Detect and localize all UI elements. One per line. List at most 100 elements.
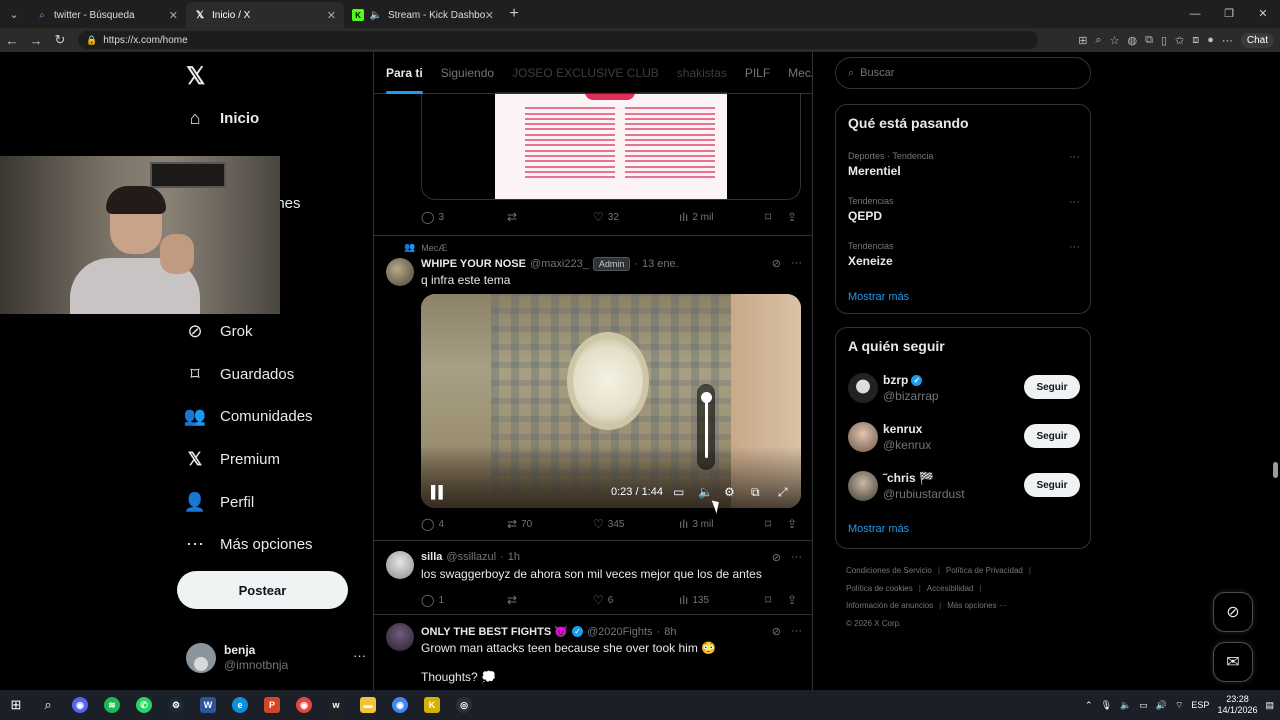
follow-suggestion[interactable]: bzrp ✓ @bizarrap Seguir <box>848 371 1080 405</box>
more-icon[interactable]: ··· <box>1069 241 1080 253</box>
nav-item-bookmarks[interactable]: ⌑ Guardados <box>184 359 294 389</box>
more-icon[interactable]: ··· <box>791 551 802 564</box>
minimize-icon[interactable]: — <box>1178 0 1212 28</box>
kick-app-icon[interactable]: K <box>416 690 448 720</box>
close-window-icon[interactable]: ✕ <box>1246 0 1280 28</box>
forward-icon[interactable]: → <box>24 33 48 48</box>
repost-button[interactable]: ⇄ <box>507 593 593 607</box>
author-handle[interactable]: @maxi223_ <box>530 258 589 270</box>
like-button[interactable]: ♡ 32 <box>593 210 679 224</box>
share-button[interactable]: ⇪ <box>787 593 797 607</box>
follow-suggestion[interactable]: ˜chris 🏁 @rubiustardust Seguir <box>848 469 1080 503</box>
browser-tab-x-home[interactable]: 𝕏 Inicio / X ✕ <box>186 2 344 28</box>
bookmark-button[interactable]: ⌑ <box>765 517 787 531</box>
more-icon[interactable]: ··· <box>791 625 802 638</box>
url-field[interactable]: 🔒 https://x.com/home <box>78 31 1038 49</box>
footer-link[interactable]: Más opciones ··· <box>947 601 1007 610</box>
show-more-link[interactable]: Mostrar más <box>848 291 909 303</box>
post-button[interactable]: Postear <box>177 571 348 609</box>
volume-icon[interactable]: 🔊 <box>1156 700 1167 711</box>
tab-actions-menu[interactable]: ⌄ <box>0 0 28 28</box>
pause-icon[interactable]: ▌▌ <box>431 485 447 499</box>
post-image[interactable] <box>421 92 801 200</box>
notifications-icon[interactable]: ▤ <box>1265 700 1274 711</box>
author-name[interactable]: silla <box>421 551 442 563</box>
footer-link[interactable]: Accesibilidad <box>927 584 974 593</box>
like-button[interactable]: ♡ 6 <box>593 593 679 607</box>
browser-tab-search[interactable]: ⌕ twitter - Búsqueda ✕ <box>28 2 186 28</box>
settings-more-icon[interactable]: ⋯ <box>1222 34 1233 47</box>
maximize-icon[interactable]: ❐ <box>1212 0 1246 28</box>
follow-button[interactable]: Seguir <box>1024 375 1080 399</box>
chrome-profile-icon[interactable]: ◉ <box>384 690 416 720</box>
copilot-chat-button[interactable]: Chat <box>1240 32 1274 48</box>
spotify-icon[interactable]: ≋ <box>96 690 128 720</box>
picture-in-picture-icon[interactable]: ⧉ <box>751 485 760 500</box>
grok-icon[interactable]: ⊘ <box>772 551 781 564</box>
steam-icon[interactable]: ⚙ <box>160 690 192 720</box>
post-time[interactable]: 8h <box>664 626 676 638</box>
views-button[interactable]: ılı 135 <box>679 593 765 607</box>
volume-slider[interactable] <box>697 384 715 470</box>
more-icon[interactable]: ··· <box>353 648 366 663</box>
account-switcher[interactable]: benja @imnotbnja ··· <box>186 642 366 674</box>
fullscreen-icon[interactable]: ⤢ <box>778 485 788 500</box>
microphone-icon[interactable]: 🎙 <box>1101 700 1112 711</box>
windows-start-icon[interactable]: ⊞ <box>0 690 32 720</box>
avatar[interactable] <box>386 623 414 651</box>
bookmark-button[interactable]: ⌑ <box>765 210 787 224</box>
wifi-icon[interactable]: ⌔ <box>1175 700 1183 711</box>
share-button[interactable]: ⇪ <box>787 210 797 224</box>
grok-floating-button[interactable]: ⊘ <box>1213 592 1253 632</box>
share-button[interactable]: ⇪ <box>787 517 797 531</box>
views-button[interactable]: ılı 3 mil <box>679 517 765 531</box>
language-indicator[interactable]: ESP <box>1191 700 1209 710</box>
speaker-icon[interactable]: 🔈 <box>1120 700 1131 711</box>
network-icon[interactable]: ▭ <box>1139 700 1148 711</box>
favorite-star-icon[interactable]: ☆ <box>1110 34 1120 47</box>
zoom-icon[interactable]: ⌕ <box>1095 34 1101 47</box>
nav-item-premium[interactable]: 𝕏 Premium <box>184 444 280 474</box>
chrome-icon[interactable]: ◉ <box>288 690 320 720</box>
trend-item[interactable]: Tendencias QEPD ··· <box>848 196 1080 223</box>
word-icon[interactable]: W <box>192 690 224 720</box>
nav-item-communities[interactable]: 👥 Comunidades <box>184 401 313 431</box>
close-icon[interactable]: ✕ <box>327 9 336 22</box>
x-logo-icon[interactable]: 𝕏 <box>186 62 205 91</box>
edge-icon[interactable]: e <box>224 690 256 720</box>
footer-link[interactable]: Política de Privacidad <box>946 566 1023 575</box>
translate-icon[interactable]: ⊞ <box>1078 34 1087 47</box>
post-only-the-best-fights[interactable]: ONLY THE BEST FIGHTS 😈 ✓ @2020Fights · 8… <box>374 614 812 690</box>
more-icon[interactable]: ··· <box>791 257 802 270</box>
search-input[interactable]: ⌕ Buscar <box>835 57 1091 89</box>
author-handle[interactable]: @2020Fights <box>587 626 653 638</box>
obs-icon[interactable]: ◎ <box>448 690 480 720</box>
captions-icon[interactable]: ▭ <box>673 485 684 499</box>
post-time[interactable]: 13 ene. <box>642 258 679 270</box>
more-icon[interactable]: ··· <box>1069 196 1080 208</box>
views-button[interactable]: ılı 2 mil <box>679 210 765 224</box>
grok-icon[interactable]: ⊘ <box>772 257 781 270</box>
post-silla[interactable]: silla @ssillazul · 1h ⊘ ··· los swaggerb… <box>374 540 812 614</box>
tab-list-mecae[interactable]: MecÆ <box>788 52 812 94</box>
split-screen-icon[interactable]: ▯ <box>1161 34 1167 47</box>
repost-button[interactable]: ⇄ <box>507 210 593 224</box>
collections-icon[interactable]: ⧈ <box>1192 34 1199 47</box>
tab-for-you[interactable]: Para ti <box>386 52 423 94</box>
settings-gear-icon[interactable]: ⚙ <box>724 485 735 499</box>
avatar[interactable] <box>386 258 414 286</box>
post-time[interactable]: 1h <box>508 551 520 563</box>
whatsapp-icon[interactable]: ✆ <box>128 690 160 720</box>
app-icon[interactable]: w <box>320 690 352 720</box>
nav-item-more[interactable]: ⋯ Más opciones <box>184 529 313 559</box>
bookmark-button[interactable]: ⌑ <box>765 593 787 607</box>
close-icon[interactable]: ✕ <box>169 9 178 22</box>
repost-button[interactable]: ⇄ 70 <box>507 517 593 531</box>
chevron-up-icon[interactable]: ⌃ <box>1085 700 1093 711</box>
follow-button[interactable]: Seguir <box>1024 473 1080 497</box>
trend-item[interactable]: Deportes · Tendencia Merentiel ··· <box>848 151 1080 178</box>
trend-item[interactable]: Tendencias Xeneize ··· <box>848 241 1080 268</box>
nav-item-grok[interactable]: ⊘ Grok <box>184 316 252 346</box>
author-handle[interactable]: @ssillazul <box>446 551 496 563</box>
messages-floating-button[interactable]: ✉ <box>1213 642 1253 682</box>
